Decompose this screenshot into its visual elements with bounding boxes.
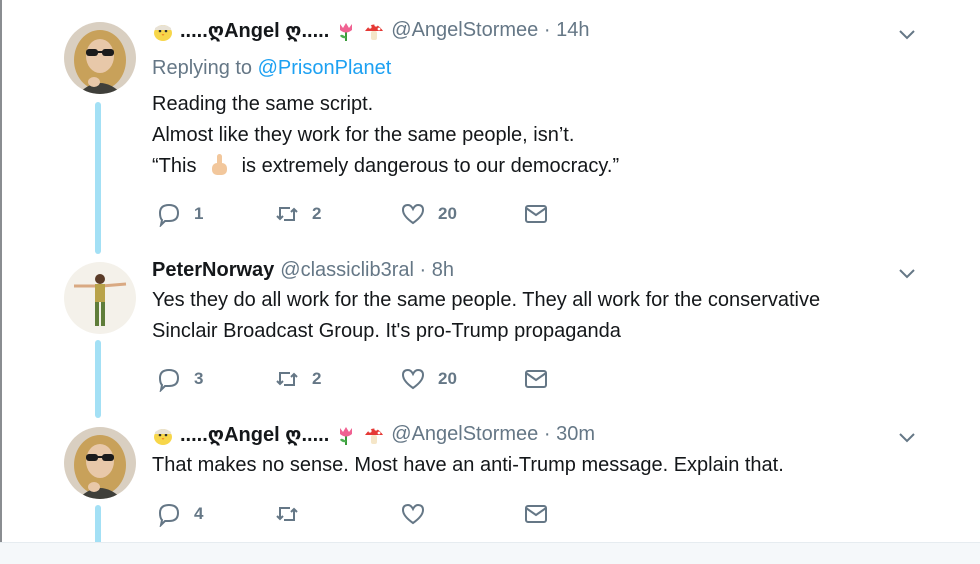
retweet-icon	[276, 507, 298, 521]
timestamp[interactable]: 30m	[556, 423, 595, 446]
avatar[interactable]	[64, 262, 136, 334]
reply-icon	[158, 368, 180, 392]
tweet-line: That makes no sense. Most have an anti-T…	[152, 454, 784, 476]
tulip-emoji	[340, 22, 353, 41]
user-handle[interactable]: @AngelStormee	[391, 423, 538, 446]
like-button[interactable]: 20	[400, 200, 457, 228]
reply-count: 3	[194, 369, 204, 388]
tweet-line: Almost like they work for the same peopl…	[152, 124, 575, 146]
like-icon	[401, 503, 425, 525]
tweet-text: Yes they do all work for the same people…	[152, 285, 820, 347]
tweet-header: PeterNorway @classiclib3ral · 8h	[152, 259, 454, 282]
direct-message-button[interactable]	[523, 500, 561, 528]
display-name[interactable]: PeterNorway	[152, 259, 274, 282]
display-name[interactable]: .....ღAngel ღ.....	[180, 422, 329, 447]
retweet-count: 2	[312, 369, 322, 388]
avatar[interactable]	[64, 22, 136, 94]
like-icon	[401, 203, 425, 225]
retweet-button[interactable]: 2	[274, 200, 321, 228]
reply-button[interactable]: 4	[156, 500, 203, 528]
message-icon	[525, 205, 547, 223]
tweet-line-part: is extremely dangerous to our democracy.…	[241, 155, 620, 177]
timestamp[interactable]: 8h	[432, 259, 454, 282]
tweet-header: .....ღAngel ღ..... @AngelStormee · 14h	[152, 18, 589, 43]
retweet-button[interactable]: 2	[274, 365, 321, 393]
chick-emoji	[154, 24, 172, 41]
tweet-header: .....ღAngel ღ..... @AngelStormee · 30m	[152, 422, 595, 447]
separator-dot: ·	[538, 423, 557, 445]
replying-to: Replying to @PrisonPlanet	[152, 57, 391, 80]
next-tweet-strip[interactable]	[0, 542, 980, 564]
tulip-emoji	[340, 426, 353, 445]
retweet-count: 2	[312, 204, 322, 223]
tweet-line-part: “This	[152, 155, 197, 177]
replying-label: Replying to	[152, 57, 253, 79]
reply-icon	[158, 203, 180, 227]
mushroom-emoji	[365, 426, 384, 444]
tweet-text: That makes no sense. Most have an anti-T…	[152, 450, 784, 481]
tweet-line: Reading the same script.	[152, 93, 374, 115]
retweet-button[interactable]	[274, 500, 312, 528]
chevron-down-icon[interactable]	[896, 262, 918, 284]
message-icon	[525, 505, 547, 523]
like-button[interactable]	[400, 500, 438, 528]
display-name[interactable]: .....ღAngel ღ.....	[180, 18, 329, 43]
retweet-icon	[276, 372, 298, 386]
message-icon	[525, 370, 547, 388]
retweet-icon	[276, 207, 298, 221]
reply-button[interactable]: 1	[156, 200, 203, 228]
direct-message-button[interactable]	[523, 200, 561, 228]
like-icon	[401, 368, 425, 390]
like-count: 20	[438, 204, 457, 223]
tweet-line-with-emoji: “This is extremely dangerous to our demo…	[152, 151, 619, 182]
avatar[interactable]	[64, 427, 136, 499]
separator-dot: ·	[413, 259, 432, 281]
tweet[interactable]: .....ღAngel ღ..... @AngelStormee · 14h R…	[0, 0, 980, 250]
tweet-line: Sinclair Broadcast Group. It's pro-Trump…	[152, 320, 621, 342]
reply-count: 1	[194, 204, 204, 223]
reply-button[interactable]: 3	[156, 365, 203, 393]
like-count: 20	[438, 369, 457, 388]
replying-to-handle[interactable]: @PrisonPlanet	[258, 57, 392, 79]
like-button[interactable]: 20	[400, 365, 457, 393]
chevron-down-icon[interactable]	[896, 426, 918, 448]
tweet[interactable]: PeterNorway @classiclib3ral · 8h Yes the…	[0, 250, 980, 415]
mushroom-emoji	[365, 22, 384, 40]
separator-dot: ·	[538, 19, 557, 41]
tweet-line: Yes they do all work for the same people…	[152, 289, 821, 311]
timestamp[interactable]: 14h	[556, 19, 589, 42]
chevron-down-icon[interactable]	[896, 23, 918, 45]
user-handle[interactable]: @classiclib3ral	[280, 259, 414, 282]
pointing-finger-emoji	[212, 154, 228, 175]
tweet[interactable]: .....ღAngel ღ..... @AngelStormee · 30m T…	[0, 415, 980, 542]
reply-icon	[158, 503, 180, 527]
tweet-text: Reading the same script. Almost like the…	[152, 89, 619, 182]
reply-count: 4	[194, 504, 204, 523]
user-handle[interactable]: @AngelStormee	[391, 19, 538, 42]
chick-emoji	[154, 428, 172, 445]
direct-message-button[interactable]	[523, 365, 561, 393]
